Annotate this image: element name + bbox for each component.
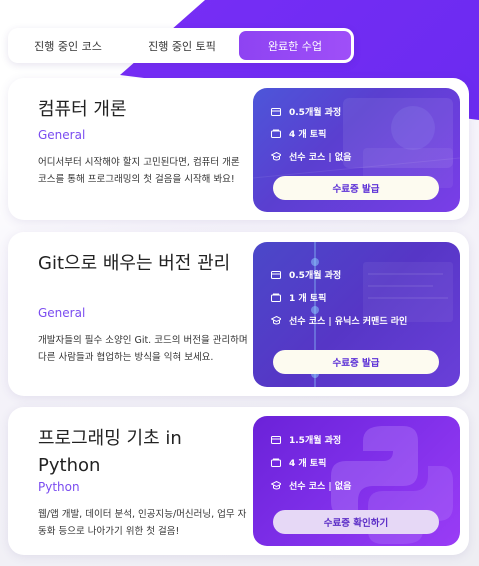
topics-row: 4 개 토픽 (271, 127, 326, 140)
course-category: General (38, 306, 86, 320)
duration-row: 0.5개월 과정 (271, 268, 341, 281)
course-prerequisite: 선수 코스 | 없음 (289, 153, 352, 163)
course-category: Python (38, 480, 80, 494)
certificate-button[interactable]: 수료증 발급 (273, 176, 439, 200)
tab-completed-classes[interactable]: 완료한 수업 (239, 31, 351, 60)
topics-row: 4 개 토픽 (271, 456, 326, 469)
course-description: 어디서부터 시작해야 할지 고민된다면, 컴퓨터 개론 코스를 통해 프로그래밍… (38, 157, 240, 185)
graduation-cap-icon (271, 152, 281, 161)
course-card[interactable]: 컴퓨터 개론 General 어디서부터 시작해야 할지 고민된다면, 컴퓨터 … (8, 78, 469, 220)
folder-icon (271, 129, 281, 138)
tab-ongoing-topics[interactable]: 진행 중인 토픽 (125, 31, 239, 60)
course-title: 프로그래밍 기초 in Python (38, 428, 182, 476)
course-card[interactable]: 프로그래밍 기초 in Python Python 웹/앱 개발, 데이터 분석… (8, 407, 469, 555)
certificate-button[interactable]: 수료증 발급 (273, 350, 439, 374)
course-topics: 1 개 토픽 (289, 294, 327, 304)
course-info-panel: 1.5개월 과정 4 개 토픽 선수 코스 | 없음 수료증 확인하기 (253, 416, 460, 546)
view-certificate-button[interactable]: 수료증 확인하기 (273, 510, 439, 534)
course-description: 웹/앱 개발, 데이터 분석, 인공지능/머신러닝, 업무 자동화 등으로 나아… (38, 509, 247, 537)
folder-icon (271, 458, 281, 467)
folder-icon (271, 293, 281, 302)
prereq-row: 선수 코스 | 없음 (271, 150, 351, 163)
graduation-cap-icon (271, 481, 281, 490)
graduation-cap-icon (271, 316, 281, 325)
topics-row: 1 개 토픽 (271, 291, 326, 304)
duration-row: 1.5개월 과정 (271, 433, 341, 446)
calendar-icon (271, 270, 281, 279)
calendar-icon (271, 435, 281, 444)
course-duration: 1.5개월 과정 (289, 436, 342, 446)
course-title: 컴퓨터 개론 (38, 99, 127, 120)
course-topics: 4 개 토픽 (289, 130, 327, 140)
tab-bar: 진행 중인 코스 진행 중인 토픽 완료한 수업 (8, 28, 354, 63)
prereq-row: 선수 코스 | 유닉스 커맨드 라인 (271, 314, 407, 327)
course-info-panel: 0.5개월 과정 4 개 토픽 선수 코스 | 없음 수료증 발급 (253, 88, 460, 212)
course-info-panel: 0.5개월 과정 1 개 토픽 선수 코스 | 유닉스 커맨드 라인 수료증 발… (253, 242, 460, 387)
course-prerequisite: 선수 코스 | 유닉스 커맨드 라인 (289, 317, 408, 327)
course-prerequisite: 선수 코스 | 없음 (289, 482, 352, 492)
prereq-row: 선수 코스 | 없음 (271, 479, 351, 492)
tab-ongoing-courses[interactable]: 진행 중인 코스 (11, 31, 125, 60)
course-category: General (38, 128, 86, 142)
course-card[interactable]: Git으로 배우는 버전 관리 General 개발자들의 필수 소양인 Git… (8, 232, 469, 396)
duration-row: 0.5개월 과정 (271, 105, 341, 118)
calendar-icon (271, 107, 281, 116)
course-topics: 4 개 토픽 (289, 459, 327, 469)
course-description: 개발자들의 필수 소양인 Git. 코드의 버전을 관리하며 다른 사람들과 협… (38, 335, 248, 363)
course-duration: 0.5개월 과정 (289, 108, 342, 118)
course-title: Git으로 배우는 버전 관리 (38, 253, 231, 274)
course-duration: 0.5개월 과정 (289, 271, 342, 281)
